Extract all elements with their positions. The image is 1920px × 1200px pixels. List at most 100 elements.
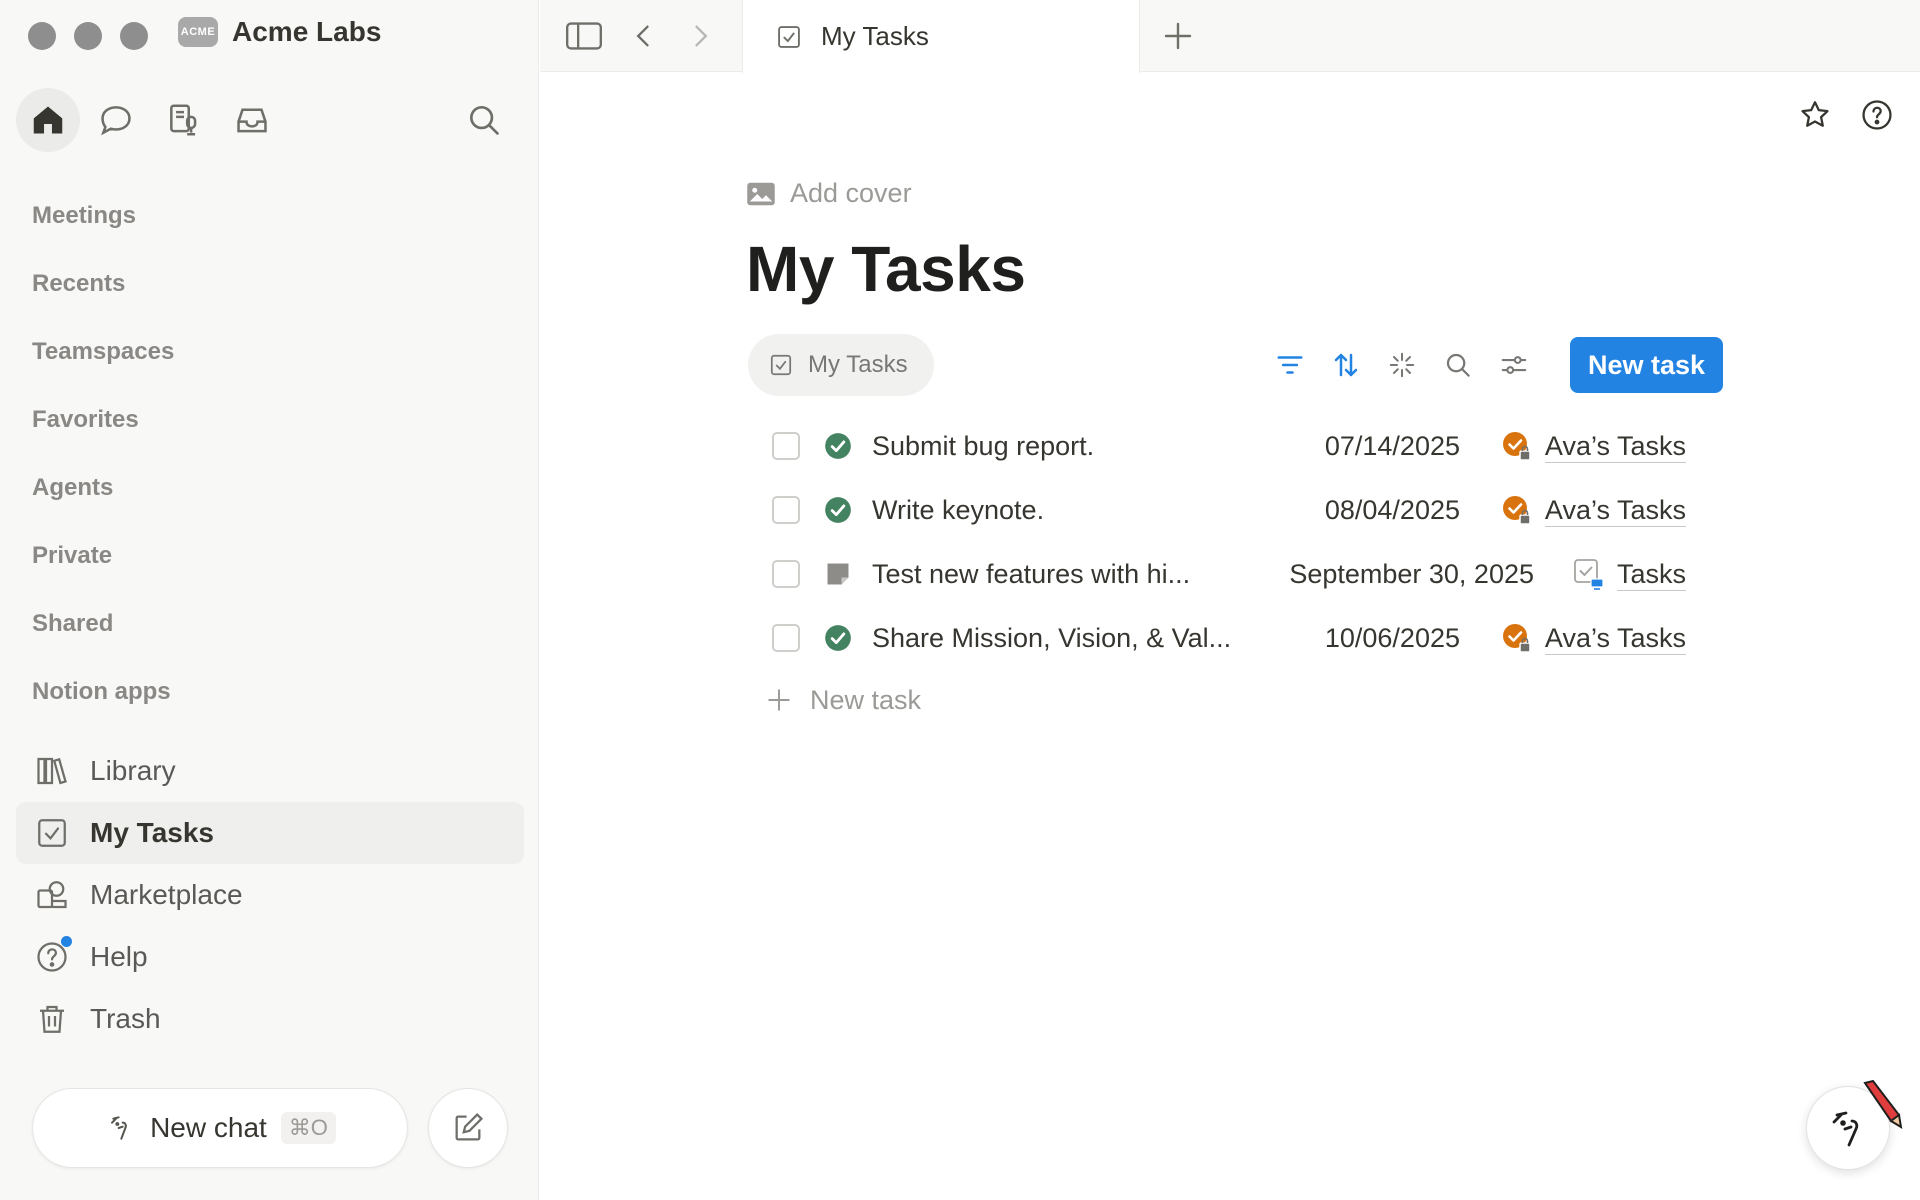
forward-button[interactable] bbox=[680, 16, 720, 56]
workspace-name: Acme Labs bbox=[232, 16, 382, 47]
help-button[interactable] bbox=[1858, 96, 1896, 134]
sidebar-item-agents[interactable]: Agents bbox=[32, 454, 174, 522]
sidebar-item-teamspaces[interactable]: Teamspaces bbox=[32, 318, 174, 386]
back-button[interactable] bbox=[624, 16, 664, 56]
sidebar-item-shared[interactable]: Shared bbox=[32, 590, 174, 658]
question-circle-icon bbox=[1862, 100, 1892, 130]
compose-button[interactable] bbox=[428, 1088, 508, 1168]
task-date: 07/14/2025 bbox=[1324, 430, 1460, 461]
task-checkbox[interactable] bbox=[772, 432, 800, 460]
task-project[interactable]: Ava’s Tasks bbox=[1501, 430, 1686, 463]
toggle-sidebar-button[interactable] bbox=[564, 16, 604, 56]
sidebar-item-my-tasks[interactable]: My Tasks bbox=[16, 802, 524, 864]
add-task-label: New task bbox=[810, 684, 922, 715]
tasks-checkbox-badge-icon bbox=[1574, 559, 1604, 590]
home-button[interactable] bbox=[16, 88, 80, 152]
sidebar-item-label: Trash bbox=[90, 1003, 161, 1034]
task-checkbox[interactable] bbox=[772, 496, 800, 524]
task-title[interactable]: Submit bug report. bbox=[872, 431, 1094, 462]
database-toolbar: New task bbox=[1272, 337, 1724, 393]
task-date: 10/06/2025 bbox=[1324, 622, 1460, 653]
automations-button[interactable] bbox=[1384, 337, 1420, 393]
sort-icon bbox=[1334, 353, 1358, 377]
star-icon bbox=[1801, 101, 1829, 127]
checkbox-icon bbox=[778, 25, 800, 48]
zoom-window-button[interactable] bbox=[120, 22, 148, 50]
checkbox-icon bbox=[38, 819, 66, 847]
tasks-badge-icon bbox=[1502, 432, 1531, 461]
table-row[interactable]: Test new features with hi... September 3… bbox=[760, 542, 1700, 606]
table-row[interactable]: Submit bug report. 07/14/2025 Ava’s Task… bbox=[760, 414, 1700, 478]
check-circle-icon bbox=[825, 625, 851, 651]
tasks-badge-icon bbox=[1502, 624, 1531, 653]
sort-button[interactable] bbox=[1328, 337, 1364, 393]
search-button[interactable] bbox=[452, 88, 516, 152]
chevron-right-icon bbox=[695, 25, 708, 47]
table-row[interactable]: Write keynote. 08/04/2025 Ava’s Tasks bbox=[760, 478, 1700, 542]
sidebar-item-library[interactable]: Library bbox=[16, 740, 524, 802]
sidebar-item-help[interactable]: Help bbox=[16, 926, 524, 988]
close-window-button[interactable] bbox=[28, 22, 56, 50]
status-done bbox=[824, 432, 852, 460]
help-icon-wrap bbox=[34, 936, 72, 975]
task-title[interactable]: Share Mission, Vision, & Val... bbox=[872, 623, 1231, 654]
status-note bbox=[824, 560, 852, 588]
task-project-label: Ava’s Tasks bbox=[1544, 622, 1686, 655]
task-project[interactable]: Ava’s Tasks bbox=[1501, 622, 1686, 655]
task-project-label: Tasks bbox=[1616, 558, 1686, 591]
sidebar-lower-items: Library My Tasks Marketplace Help Trash bbox=[16, 740, 524, 1050]
meeting-notes-button[interactable] bbox=[152, 88, 216, 152]
task-checkbox[interactable] bbox=[772, 624, 800, 652]
task-checkbox[interactable] bbox=[772, 560, 800, 588]
inbox-icon bbox=[237, 108, 267, 133]
workspace-switcher[interactable]: ACME Acme Labs bbox=[178, 16, 381, 48]
workspace-logo: ACME bbox=[178, 17, 218, 47]
ai-face-icon bbox=[111, 1116, 127, 1140]
task-project[interactable]: Tasks bbox=[1573, 558, 1686, 591]
sidebar-item-trash[interactable]: Trash bbox=[16, 988, 524, 1050]
inbox-button[interactable] bbox=[220, 88, 284, 152]
note-page-icon bbox=[827, 563, 849, 585]
task-project[interactable]: Ava’s Tasks bbox=[1501, 494, 1686, 527]
table-row[interactable]: Share Mission, Vision, & Val... 10/06/20… bbox=[760, 606, 1700, 670]
filter-button[interactable] bbox=[1272, 337, 1308, 393]
sidebar-item-label: My Tasks bbox=[90, 817, 214, 848]
view-tab-label: My Tasks bbox=[808, 351, 908, 378]
page-title[interactable]: My Tasks bbox=[746, 232, 1026, 306]
tasks-db-badge bbox=[1501, 494, 1533, 526]
pencil-icon bbox=[1863, 1079, 1903, 1129]
view-settings-button[interactable] bbox=[1496, 337, 1532, 393]
chat-button[interactable] bbox=[84, 88, 148, 152]
check-circle-icon bbox=[825, 497, 851, 523]
search-database-button[interactable] bbox=[1440, 337, 1476, 393]
sidebar-item-label: Library bbox=[90, 755, 176, 786]
new-tab-button[interactable] bbox=[1158, 16, 1198, 56]
minimize-window-button[interactable] bbox=[74, 22, 102, 50]
check-circle-icon bbox=[825, 433, 851, 459]
notification-dot bbox=[61, 936, 72, 947]
new-chat-shortcut: ⌘O bbox=[280, 1112, 336, 1144]
task-title[interactable]: Test new features with hi... bbox=[872, 559, 1190, 590]
sidebar-item-label: Marketplace bbox=[90, 879, 243, 910]
sidebar-item-private[interactable]: Private bbox=[32, 522, 174, 590]
add-cover-button[interactable]: Add cover bbox=[746, 178, 912, 209]
new-chat-label: New chat bbox=[150, 1112, 267, 1143]
filter-icon bbox=[1277, 356, 1303, 374]
view-tab-my-tasks[interactable]: My Tasks bbox=[748, 334, 934, 396]
sidebar-item-meetings[interactable]: Meetings bbox=[32, 182, 174, 250]
add-new-task-row[interactable]: New task bbox=[760, 672, 1700, 728]
favorite-button[interactable] bbox=[1796, 96, 1834, 134]
tasks-badge-icon bbox=[1502, 496, 1531, 525]
sidebar-item-notion-apps[interactable]: Notion apps bbox=[32, 658, 174, 726]
sidebar-item-recents[interactable]: Recents bbox=[32, 250, 174, 318]
task-title[interactable]: Write keynote. bbox=[872, 495, 1044, 526]
ai-assistant-button[interactable] bbox=[1806, 1079, 1903, 1170]
task-date: 08/04/2025 bbox=[1324, 494, 1460, 525]
sliders-icon bbox=[1501, 356, 1527, 374]
sidebar-item-favorites[interactable]: Favorites bbox=[32, 386, 174, 454]
sidebar-item-marketplace[interactable]: Marketplace bbox=[16, 864, 524, 926]
tab-my-tasks[interactable]: My Tasks bbox=[742, 0, 1140, 73]
new-chat-button[interactable]: New chat ⌘O bbox=[32, 1088, 408, 1168]
library-icon bbox=[37, 757, 67, 785]
new-task-button[interactable]: New task bbox=[1570, 337, 1724, 393]
